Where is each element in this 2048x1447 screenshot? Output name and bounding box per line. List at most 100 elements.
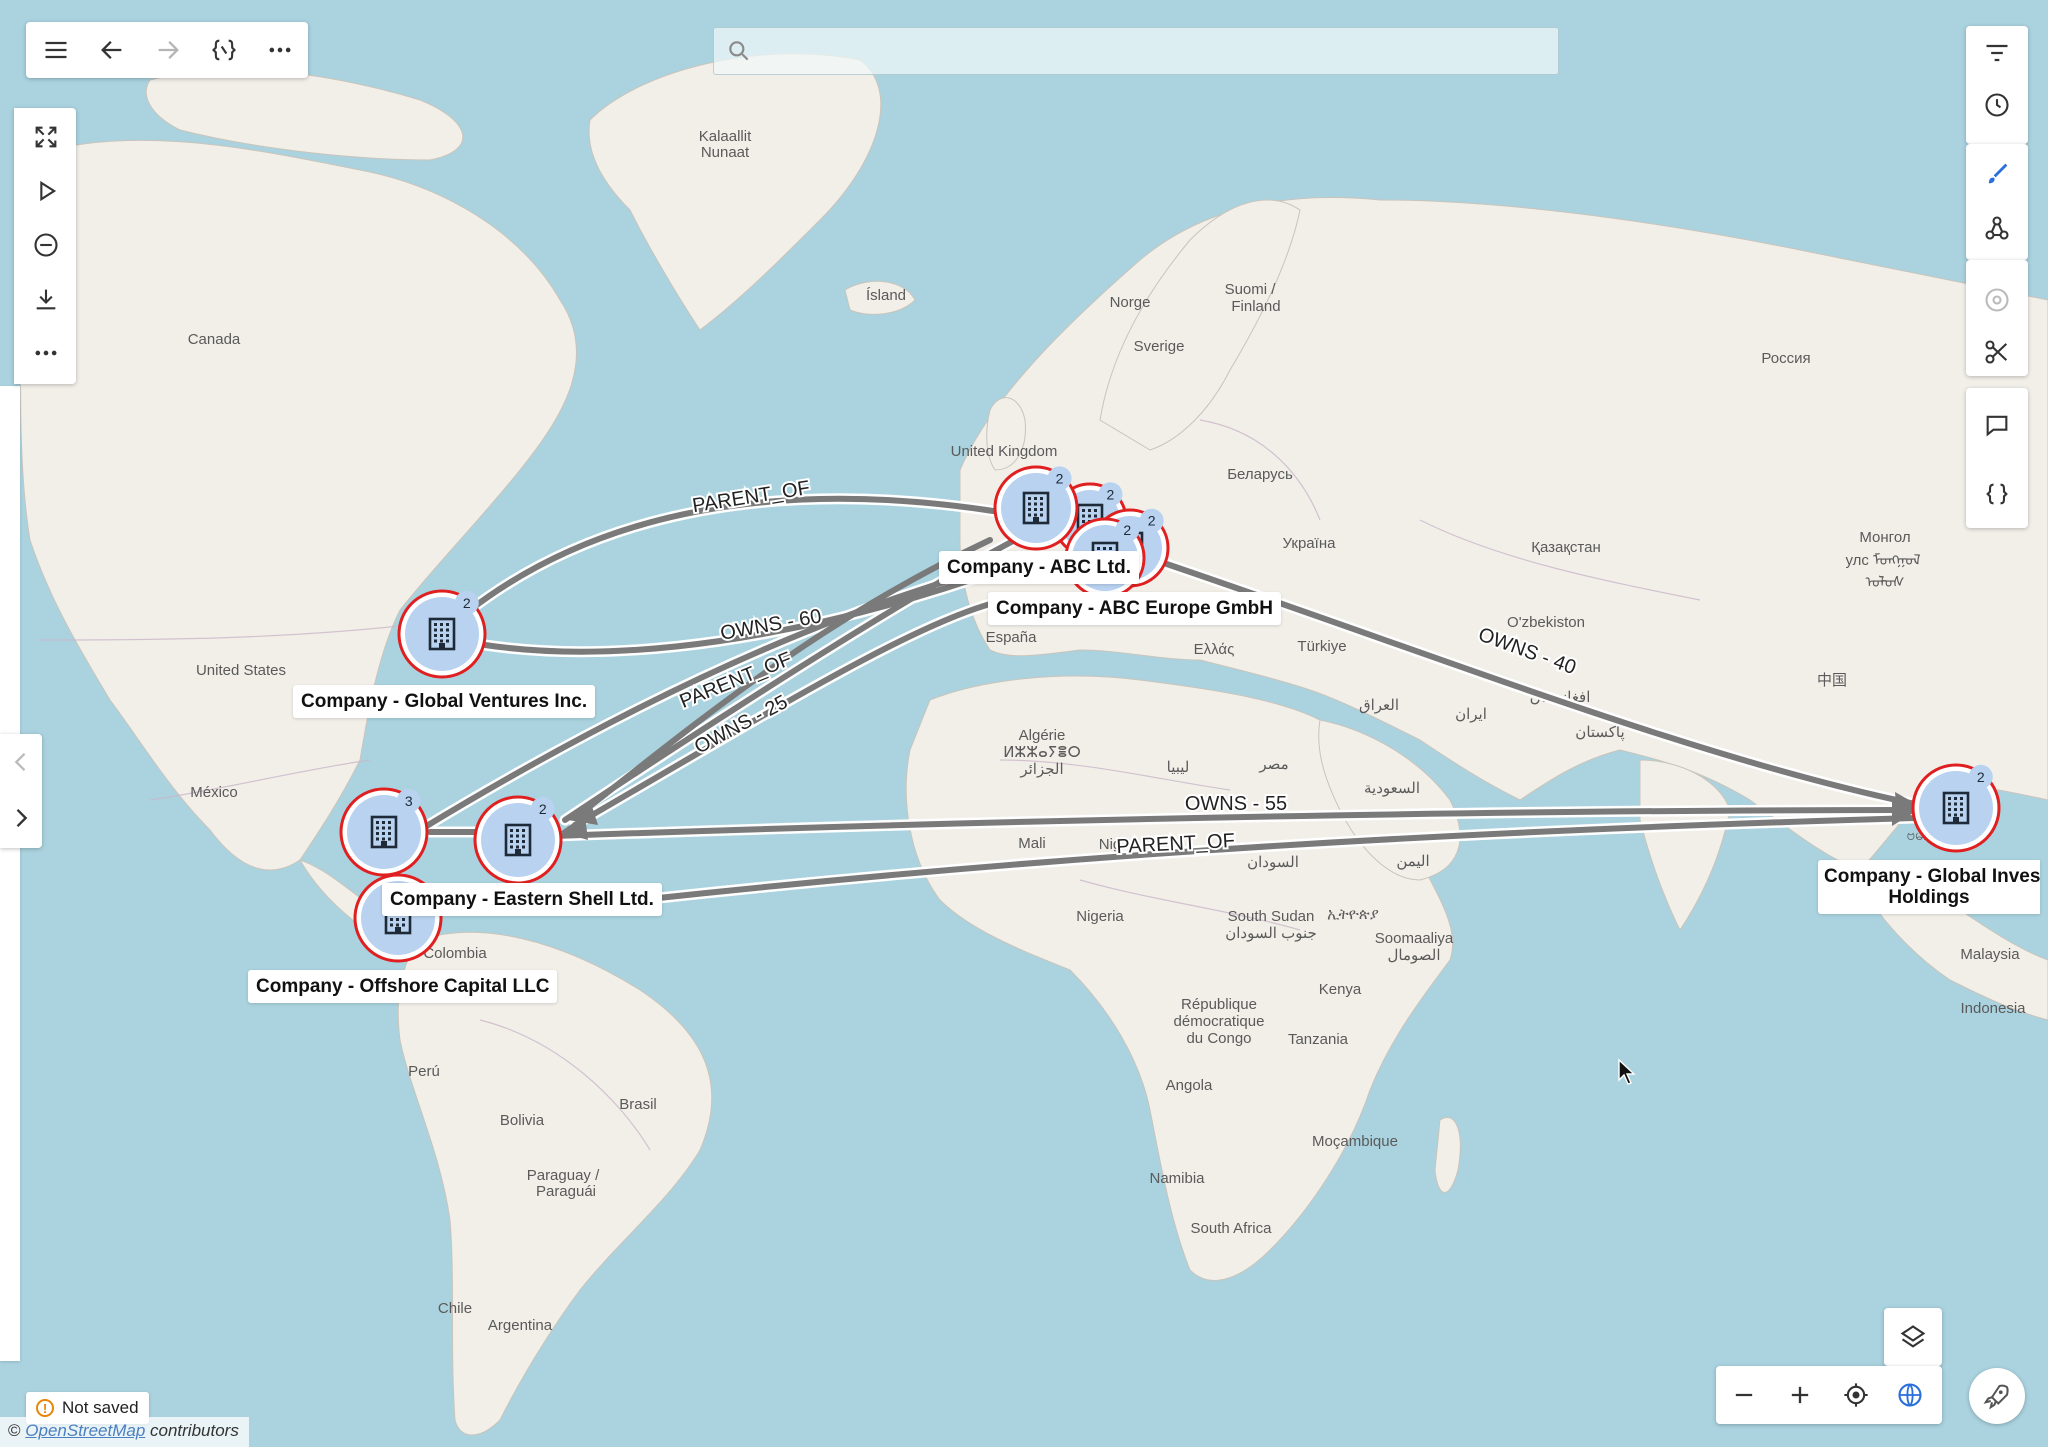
warning-icon: ! bbox=[36, 1399, 54, 1417]
map-place-label: Finland bbox=[1231, 298, 1280, 315]
map-place-label: Türkiye bbox=[1297, 638, 1346, 655]
map-place-label: اليمن bbox=[1396, 853, 1429, 870]
map-place-label: Perú bbox=[408, 1063, 440, 1080]
history-button[interactable] bbox=[1975, 83, 2019, 127]
map-place-label: España bbox=[986, 629, 1038, 646]
filter-button[interactable] bbox=[1975, 31, 2019, 75]
map-place-label: مصر bbox=[1258, 756, 1288, 773]
map-place-label: United States bbox=[196, 662, 286, 679]
attribution-rest: contributors bbox=[145, 1421, 239, 1440]
company-node-node3[interactable]: 3 bbox=[339, 787, 429, 877]
node-label-eastern-shell[interactable]: Company - Eastern Shell Ltd. bbox=[382, 883, 662, 916]
map-place-label: ኢትዮጵያ bbox=[1327, 906, 1379, 923]
fullscreen-button[interactable] bbox=[24, 115, 68, 159]
map-place-label: Nunaat bbox=[701, 144, 750, 161]
map-place-label: Қазақстан bbox=[1531, 539, 1601, 556]
zoom-in-button[interactable] bbox=[1778, 1373, 1822, 1417]
map-place-label: 中国 bbox=[1817, 672, 1847, 689]
map-place-label: السودان bbox=[1247, 854, 1299, 871]
osm-link[interactable]: OpenStreetMap bbox=[25, 1421, 145, 1440]
map-place-label: Bolivia bbox=[500, 1112, 545, 1129]
download-button[interactable] bbox=[24, 277, 68, 321]
map-place-label: Canada bbox=[188, 331, 241, 348]
save-status-text: Not saved bbox=[62, 1398, 139, 1417]
play-icon bbox=[40, 180, 57, 202]
company-node-global-ventures[interactable]: 2 bbox=[397, 589, 487, 679]
company-node-eastern-shell[interactable]: 2 bbox=[473, 795, 563, 885]
search-bar[interactable] bbox=[713, 27, 1559, 76]
layers-button[interactable] bbox=[1891, 1315, 1935, 1359]
remove-button[interactable] bbox=[24, 223, 68, 267]
map-place-label: Paraguái bbox=[536, 1183, 596, 1200]
node-label-global-invest[interactable]: Company - Global Investr Holdings bbox=[1818, 860, 2040, 914]
more-horizontal-icon bbox=[35, 350, 57, 356]
palette-icon bbox=[1985, 288, 2009, 312]
graph-layout-button[interactable] bbox=[1975, 206, 2019, 250]
left-more-button[interactable] bbox=[24, 331, 68, 375]
style-button[interactable] bbox=[1975, 152, 2019, 196]
expand-right-button[interactable] bbox=[0, 796, 42, 840]
node-label-offshore[interactable]: Company - Offshore Capital LLC bbox=[248, 970, 558, 1003]
map-place-label: Algérie bbox=[1019, 727, 1066, 744]
edge-label-e6: OWNS - 55 bbox=[1185, 793, 1287, 815]
zoom-out-icon bbox=[1735, 1393, 1753, 1397]
node-badge-count: 2 bbox=[1056, 470, 1064, 486]
node-badge-count: 2 bbox=[463, 595, 471, 611]
more-button[interactable] bbox=[258, 28, 302, 72]
globe-button[interactable] bbox=[1888, 1373, 1932, 1417]
world-map[interactable]: KalaallitNunaat Ísland Canada Norge Suomi /F… bbox=[0, 0, 2048, 1447]
map-place-label: Tanzania bbox=[1288, 1031, 1349, 1048]
map-place-label: Nigeria bbox=[1076, 908, 1124, 925]
comment-button[interactable] bbox=[1975, 403, 2019, 447]
zoom-controls bbox=[1716, 1366, 1942, 1424]
zoom-out-button[interactable] bbox=[1722, 1373, 1766, 1417]
map-place-label: Chile bbox=[438, 1300, 472, 1317]
map-place-label: ᠤᠯᠤᠰ bbox=[1865, 574, 1904, 591]
collapse-left-button[interactable] bbox=[0, 740, 42, 784]
map-place-label: ليبيا bbox=[1167, 759, 1190, 776]
map-place-label: Россия bbox=[1761, 350, 1810, 367]
copyright-symbol: © bbox=[8, 1421, 21, 1440]
back-button[interactable] bbox=[90, 28, 134, 72]
map-place-label: O'zbekiston bbox=[1507, 614, 1585, 631]
company-node-global-invest[interactable]: 2 bbox=[1911, 763, 2001, 853]
node-label-abc-europe[interactable]: Company - ABC Europe GmbH bbox=[988, 592, 1281, 625]
company-node-abc[interactable]: 2 bbox=[993, 465, 1079, 551]
play-button[interactable] bbox=[24, 169, 68, 213]
map-place-label: الجزائر bbox=[1019, 761, 1063, 778]
cut-button[interactable] bbox=[1975, 330, 2019, 374]
map-place-label: الصومال bbox=[1388, 947, 1441, 964]
rocket-button[interactable] bbox=[1969, 1368, 2025, 1424]
right-toolbar-group-1 bbox=[1966, 26, 2028, 144]
code-button[interactable] bbox=[1975, 472, 2019, 516]
code-refresh-icon bbox=[212, 39, 236, 61]
node-label-abc[interactable]: Company - ABC Ltd. bbox=[939, 551, 1140, 584]
node-badge-count: 2 bbox=[1107, 486, 1115, 502]
node-badge-count: 2 bbox=[1148, 513, 1156, 529]
menu-button[interactable] bbox=[34, 28, 78, 72]
left-toolbar bbox=[14, 108, 76, 384]
map-place-label: پاکستان bbox=[1575, 724, 1624, 741]
palette-button[interactable] bbox=[1975, 278, 2019, 322]
layers-control bbox=[1884, 1308, 1942, 1366]
map-place-label: Malaysia bbox=[1960, 946, 2020, 963]
map-place-label: Indonesia bbox=[1960, 1000, 2026, 1017]
search-input[interactable] bbox=[762, 28, 1546, 76]
map-place-label: Монгол bbox=[1859, 529, 1910, 546]
map-place-label: Brasil bbox=[619, 1096, 657, 1113]
node-badge-count: 3 bbox=[405, 793, 413, 809]
map-place-label: Argentina bbox=[488, 1317, 553, 1334]
layers-icon bbox=[1900, 1325, 1926, 1348]
map-place-label: السعودية bbox=[1364, 780, 1420, 797]
node-label-global-ventures[interactable]: Company - Global Ventures Inc. bbox=[293, 685, 596, 718]
locate-button[interactable] bbox=[1834, 1373, 1878, 1417]
top-toolbar bbox=[26, 22, 308, 78]
forward-button[interactable] bbox=[146, 28, 190, 72]
graph-icon bbox=[1985, 216, 2009, 240]
node-badge-count: 2 bbox=[1123, 522, 1131, 538]
node-label-global-invest-line1: Company - Global Investr bbox=[1824, 866, 2040, 887]
rocket-icon bbox=[1983, 1384, 2009, 1410]
map-place-label: République bbox=[1181, 996, 1257, 1013]
code-refresh-button[interactable] bbox=[202, 28, 246, 72]
chevron-right-icon bbox=[16, 809, 28, 827]
